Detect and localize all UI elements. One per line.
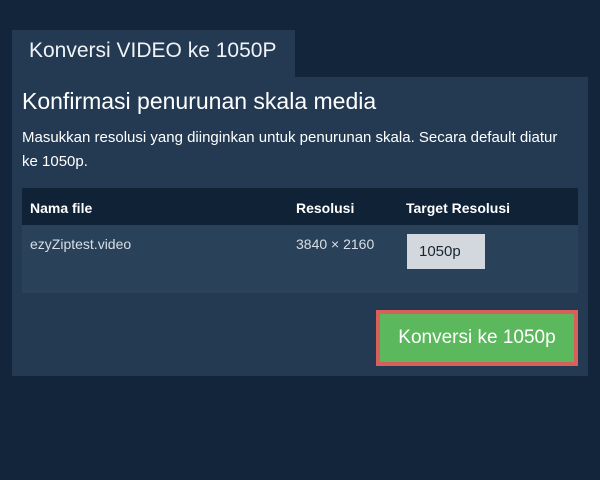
- table-row: ezyZiptest.video 3840 × 2160: [22, 225, 578, 293]
- target-resolution-input[interactable]: [407, 234, 485, 269]
- convert-button[interactable]: Konversi ke 1050p: [376, 310, 578, 366]
- tab-convert-video[interactable]: Konversi VIDEO ke 1050P: [12, 30, 295, 77]
- header-resolution: Resolusi: [296, 200, 355, 216]
- header-target-resolution: Target Resolusi: [406, 200, 510, 216]
- page-title: Konfirmasi penurunan skala media: [22, 88, 377, 114]
- header-filename: Nama file: [30, 200, 93, 216]
- cell-resolution: 3840 × 2160: [296, 236, 375, 252]
- description-text: Masukkan resolusi yang diinginkan untuk …: [22, 129, 558, 170]
- tab-label: Konversi VIDEO ke 1050P: [29, 39, 277, 62]
- file-table: Nama file Resolusi Target Resolusi ezyZi…: [22, 188, 578, 293]
- cell-filename: ezyZiptest.video: [30, 236, 132, 252]
- table-header: Nama file Resolusi Target Resolusi: [22, 188, 578, 225]
